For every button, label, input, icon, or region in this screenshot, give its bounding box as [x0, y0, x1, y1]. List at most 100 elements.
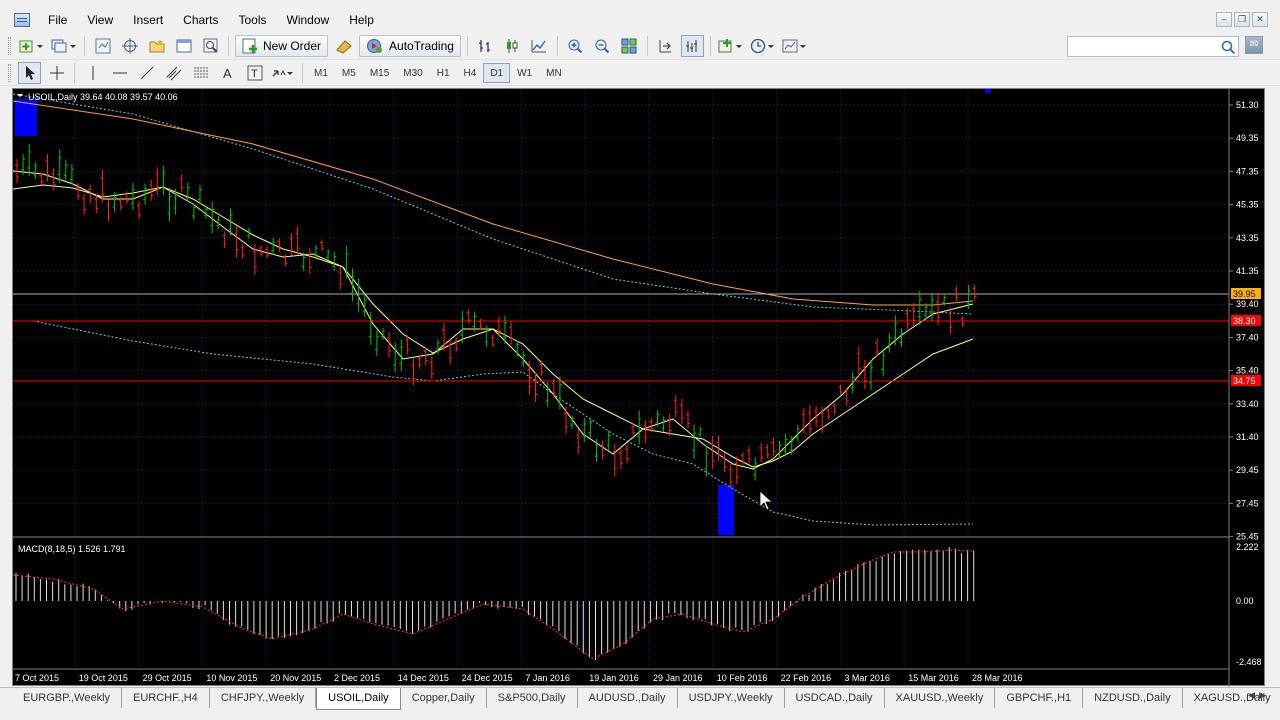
- mail-button[interactable]: ✉: [1245, 36, 1263, 54]
- autotrading-button[interactable]: AutoTrading: [359, 35, 461, 57]
- zoom-out-button[interactable]: [591, 35, 614, 57]
- tab-eurgbp-weekly[interactable]: EURGBP.,Weekly: [12, 688, 123, 708]
- macd-header-text: MACD(8,18,5) 1.526 1.791: [18, 544, 126, 554]
- bar-chart-button[interactable]: [474, 35, 497, 57]
- date-tick-label: 7 Oct 2015: [15, 673, 59, 683]
- price-tick-label: 27.45: [1236, 498, 1259, 508]
- toolbar-separator: [302, 62, 303, 83]
- timeframe-m15-button[interactable]: M15: [363, 63, 396, 83]
- navigator-button[interactable]: [145, 35, 168, 57]
- horizontal-line-button[interactable]: [108, 62, 131, 84]
- tab-copper-daily[interactable]: Copper,Daily: [401, 688, 487, 708]
- svg-text:A: A: [223, 66, 232, 81]
- date-tick-label: 29 Jan 2016: [653, 673, 703, 683]
- equidistant-channel-button[interactable]: [162, 62, 185, 84]
- timeframe-w1-button[interactable]: W1: [510, 63, 539, 83]
- templates-button[interactable]: [781, 35, 809, 57]
- strategy-tester-button[interactable]: [199, 35, 222, 57]
- menu-bar: File View Insert Charts Tools Window Hel…: [0, 9, 1280, 31]
- menu-help[interactable]: Help: [339, 9, 384, 31]
- timeframe-h4-button[interactable]: H4: [457, 63, 484, 83]
- fibonacci-button[interactable]: [189, 62, 212, 84]
- restore-button[interactable]: ❐: [1234, 12, 1250, 27]
- cursor-tool-button[interactable]: [18, 61, 41, 84]
- text-a-icon: A: [223, 66, 232, 81]
- current-price-label: 39.95: [1233, 289, 1256, 299]
- toolbar-grip[interactable]: [8, 63, 11, 82]
- menu-file[interactable]: File: [38, 9, 77, 31]
- metaeditor-button[interactable]: [332, 35, 355, 57]
- price-tick-label: 31.40: [1236, 432, 1259, 442]
- timeframe-m30-button[interactable]: M30: [396, 63, 429, 83]
- tile-windows-button[interactable]: [618, 35, 641, 57]
- channel-icon: [166, 66, 181, 80]
- cursor-arrow-icon: [25, 65, 35, 80]
- arrows-button[interactable]: [270, 62, 296, 84]
- new-chart-button[interactable]: [18, 35, 46, 57]
- macd-scale: 2.222 0.00 -2.468: [1236, 542, 1262, 667]
- macd-tick-label: 0.00: [1236, 596, 1254, 606]
- line-chart-button[interactable]: [528, 35, 551, 57]
- tab-sp500-daily[interactable]: S&P500,Daily: [487, 688, 578, 708]
- periods-button[interactable]: [749, 35, 777, 57]
- timeframe-d1-button[interactable]: D1: [483, 62, 511, 83]
- timeframe-m1-button[interactable]: M1: [307, 63, 335, 83]
- price-tick-label: 45.35: [1236, 200, 1259, 210]
- data-window-button[interactable]: [118, 35, 141, 57]
- chart-window[interactable]: USOIL,Daily 39.64 40.08 39.57 40.06 MACD…: [12, 88, 1266, 687]
- tab-audusd-daily[interactable]: AUDUSD.,Daily: [578, 688, 678, 708]
- crosshair-tool-button[interactable]: [45, 62, 68, 84]
- menu-tools[interactable]: Tools: [229, 9, 277, 31]
- market-watch-icon: [95, 38, 110, 54]
- period-separator-marker: [985, 89, 991, 93]
- tab-nzdusd-daily[interactable]: NZDUSD.,Daily: [1083, 688, 1183, 708]
- price-chart[interactable]: USOIL,Daily 39.64 40.08 39.57 40.06 MACD…: [13, 89, 1266, 687]
- drawing-toolbar: A T M1 M5 M15 M30 H1 H4 D1 W1 MN: [0, 60, 1280, 86]
- indicators-button[interactable]: [717, 35, 745, 57]
- date-tick-label: 14 Dec 2015: [398, 673, 449, 683]
- profiles-button[interactable]: [50, 35, 78, 57]
- menu-insert[interactable]: Insert: [123, 9, 173, 31]
- search-icon[interactable]: [1221, 40, 1235, 54]
- tab-usoil-daily[interactable]: USOIL,Daily: [316, 688, 401, 710]
- tab-scroll-right-icon[interactable]: ▶: [1259, 690, 1266, 701]
- text-tool-button[interactable]: A: [216, 62, 239, 84]
- close-button[interactable]: ✕: [1252, 12, 1268, 27]
- minimize-button[interactable]: –: [1216, 12, 1232, 27]
- tab-eurchf-h4[interactable]: EURCHF.,H4: [122, 688, 210, 708]
- tab-usdjpy-weekly[interactable]: USDJPY.,Weekly: [678, 688, 785, 708]
- chart-grid: [13, 89, 1229, 669]
- date-tick-label: 19 Jan 2016: [589, 673, 639, 683]
- menu-charts[interactable]: Charts: [173, 9, 228, 31]
- trendline-button[interactable]: [135, 62, 158, 84]
- menu-window[interactable]: Window: [277, 9, 340, 31]
- tab-xauusd-weekly[interactable]: XAUUSD.,Weekly: [885, 688, 996, 708]
- toolbar-grip[interactable]: [8, 37, 11, 55]
- tab-chfjpy-weekly[interactable]: CHFJPY.,Weekly: [210, 688, 317, 708]
- app-chart-icon[interactable]: [14, 13, 30, 27]
- vertical-line-button[interactable]: [81, 62, 104, 84]
- menu-view[interactable]: View: [77, 9, 123, 31]
- price-tick-label: 51.30: [1236, 100, 1259, 110]
- chart-shift-button[interactable]: [680, 35, 704, 57]
- terminal-button[interactable]: [172, 35, 195, 57]
- toolbar-separator: [709, 36, 711, 56]
- text-label-button[interactable]: T: [243, 62, 266, 84]
- tab-usdcad-daily[interactable]: USDCAD.,Daily: [785, 688, 885, 708]
- auto-scroll-button[interactable]: [654, 35, 677, 57]
- timeframe-h1-button[interactable]: H1: [430, 63, 457, 83]
- tab-scroll-left-icon[interactable]: ◀: [1248, 690, 1255, 701]
- new-order-button[interactable]: New Order: [235, 35, 329, 57]
- candlestick-icon: [507, 39, 518, 53]
- timeframe-m5-button[interactable]: M5: [335, 63, 363, 83]
- tab-gbpchf-h1[interactable]: GBPCHF.,H1: [995, 688, 1084, 708]
- market-watch-button[interactable]: [91, 35, 114, 57]
- zoom-in-button[interactable]: [564, 35, 587, 57]
- arrows-icon: [272, 69, 293, 76]
- date-tick-label: 15 Mar 2016: [908, 673, 959, 683]
- search-input[interactable]: [1067, 36, 1239, 57]
- date-tick-label: 19 Oct 2015: [79, 673, 128, 683]
- date-tick-label: 2 Dec 2015: [334, 673, 380, 683]
- timeframe-mn-button[interactable]: MN: [539, 63, 569, 83]
- candlestick-button[interactable]: [501, 35, 524, 57]
